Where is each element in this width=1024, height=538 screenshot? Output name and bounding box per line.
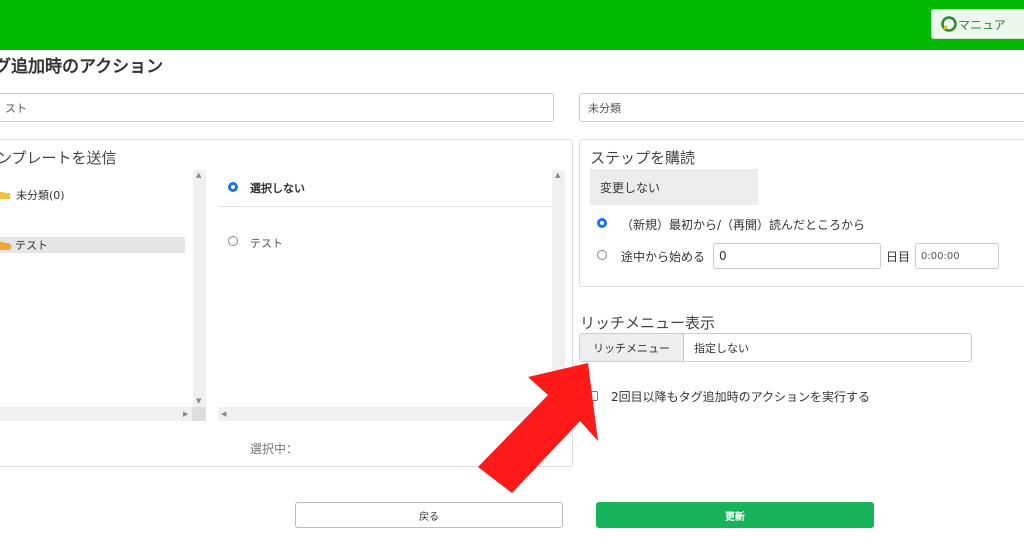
rich-menu-addon-label: リッチメニュー [593,341,670,355]
template-radio[interactable] [228,182,238,192]
scroll-down-icon[interactable]: ▼ [196,397,201,405]
folder-icon [0,192,10,199]
template-option-label: 選択しない [250,182,305,195]
scroll-left-icon[interactable]: ◀ [221,410,226,418]
manual-icon [941,16,957,32]
update-button-label: 更新 [725,511,745,523]
rich-menu-title: リッチメニュー表示 [580,314,716,332]
tree-scrollbar-vertical[interactable]: ▲ ▼ [193,170,206,421]
scroll-right-icon[interactable]: ▶ [183,410,188,418]
step-time-input[interactable]: 0:00:00 [915,243,999,269]
folder-label: 未分類(0) [16,189,65,202]
rich-menu-value-wrap: 指定しない [684,334,749,361]
scroll-up-icon[interactable]: ▲ [196,171,201,179]
step-select[interactable]: 変更しない [590,169,758,205]
repeat-checkbox-label: 2回目以降もタグ追加時のアクションを実行する [611,390,871,404]
manual-label: マニュア [958,17,1006,32]
step-title: ステップを購読 [590,149,696,167]
update-button[interactable]: 更新 [596,502,874,528]
scroll-corner [192,407,206,421]
category-value: 未分類 [588,101,621,115]
tag-name-value: スト [5,101,27,115]
step-time-value: 0:00:00 [921,250,960,262]
step-option-from-middle: 途中から始める [621,250,706,264]
template-option-label: テスト [250,237,283,250]
scroll-up-icon[interactable]: ▲ [555,171,560,179]
page-title: グ追加時のアクション [0,57,164,77]
selected-template-label: 選択中： [250,442,299,456]
manual-button[interactable]: マニュア [931,9,1024,39]
back-button-label: 戻る [419,511,439,523]
template-option[interactable]: 選択しない [218,170,552,207]
tree-scrollbar-horizontal[interactable]: ▶ [0,407,206,421]
rich-menu-value: 指定しない [694,341,749,355]
rich-menu-select[interactable]: リッチメニュー 指定しない [579,333,972,362]
step-option-from-start: （新規）最初から/（再開）読んだところから [621,218,866,232]
step-day-input[interactable]: 0 [713,243,881,269]
category-select[interactable]: 未分類 [579,93,1024,122]
step-radio-from-start[interactable] [597,218,607,228]
template-radio[interactable] [228,236,238,246]
annotation-arrow-icon [478,363,598,493]
template-option[interactable]: テスト [218,226,552,256]
tag-name-input[interactable]: スト [0,93,554,122]
step-select-value: 変更しない [600,180,661,195]
header-bar [0,0,1024,50]
step-day-value: 0 [719,249,727,263]
step-day-unit: 日目 [886,250,911,264]
template-title: ンプレートを送信 [0,149,117,167]
folder-item[interactable]: 未分類(0) [0,186,185,204]
folder-open-icon [0,241,12,250]
back-button[interactable]: 戻る [295,502,563,528]
folder-label: テスト [15,239,48,252]
folder-tree [0,170,193,420]
step-radio-from-middle[interactable] [597,250,607,260]
folder-item-selected[interactable]: テスト [0,237,185,253]
